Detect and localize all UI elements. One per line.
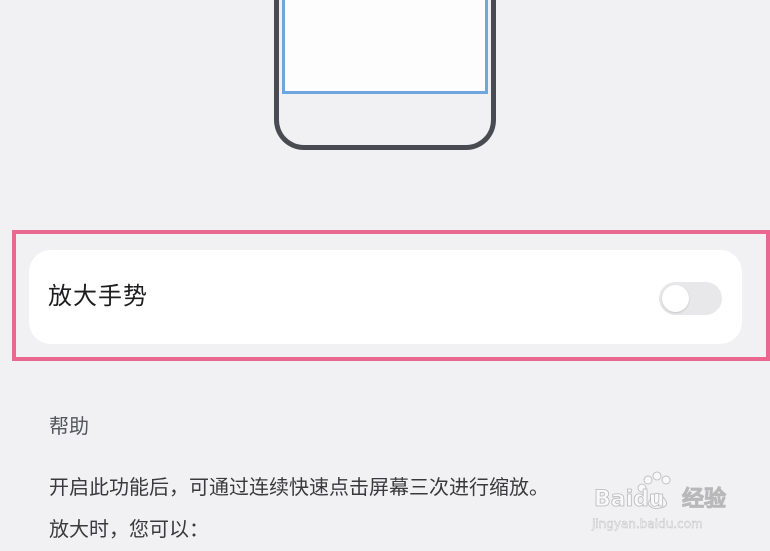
- help-text-line: 放大时，您可以：: [49, 517, 209, 541]
- watermark-brand: Baidu: [594, 487, 665, 512]
- baidu-jingyan-watermark: Baidu 经验 jingyan.baidu.com: [591, 471, 726, 531]
- watermark-product: 经验: [682, 486, 726, 512]
- setting-label: 放大手势: [48, 282, 148, 310]
- phone-screen-illustration: [282, 0, 488, 94]
- magnify-gesture-setting-row[interactable]: 放大手势: [29, 250, 742, 344]
- toggle-knob: [662, 285, 689, 312]
- magnify-gesture-toggle[interactable]: [659, 282, 722, 315]
- watermark-url: jingyan.baidu.com: [591, 517, 703, 531]
- phone-illustration: [274, 0, 496, 150]
- help-text-line: 开启此功能后，可通过连续快速点击屏幕三次进行缩放。: [49, 475, 549, 499]
- help-heading: 帮助: [49, 414, 89, 438]
